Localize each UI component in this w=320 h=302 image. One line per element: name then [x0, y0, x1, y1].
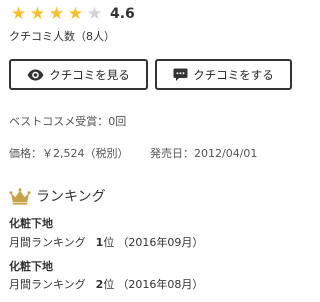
rating-row: ★ ★ ★ ★ ★ 4.6: [9, 4, 135, 24]
write-review-label: クチコミをする: [193, 67, 274, 82]
price-info: 価格：￥2,524（税別） 発売日：2012/04/01: [9, 146, 257, 162]
ranking-position-suffix: 位: [103, 236, 115, 249]
ranking-position-suffix: 位: [103, 278, 115, 291]
eye-icon: [27, 69, 44, 80]
write-review-button[interactable]: クチコミをする: [155, 59, 292, 90]
view-reviews-button[interactable]: クチコミを見る: [9, 59, 148, 90]
ranking-category: 化粧下地: [9, 217, 53, 230]
release-label: 発売日：: [150, 147, 194, 160]
star-filled-icon: ★: [67, 4, 84, 24]
star-empty-icon: ★: [86, 4, 103, 24]
star-filled-icon: ★: [10, 4, 27, 24]
release-date: 2012/04/01: [194, 147, 258, 160]
review-count: クチコミ人数（8人）: [9, 30, 115, 43]
view-reviews-label: クチコミを見る: [49, 67, 130, 82]
ranking-header: ランキング: [9, 184, 106, 208]
ranking-position: 1位: [96, 236, 115, 249]
price: 価格：￥2,524（税別）: [9, 147, 129, 160]
ranking-category: 化粧下地: [9, 260, 53, 273]
ranking-position: 2位: [96, 278, 115, 291]
ranking-title: ランキング: [36, 189, 106, 205]
ranking-type: 月間ランキング: [9, 236, 86, 249]
ranking-type: 月間ランキング: [9, 278, 86, 291]
ranking-line: 月間ランキング 2位 （2016年08月）: [9, 277, 203, 293]
crown-icon: [9, 187, 31, 205]
star-filled-icon: ★: [29, 4, 46, 24]
best-cosme-awards: ベストコスメ受賞：0回: [9, 115, 127, 128]
ranking-period: （2016年08月）: [117, 278, 204, 291]
rating-score: 4.6: [110, 6, 135, 22]
star-filled-icon: ★: [48, 4, 65, 24]
ranking-line: 月間ランキング 1位 （2016年09月）: [9, 235, 203, 251]
speech-bubble-icon: [173, 68, 188, 81]
ranking-period: （2016年09月）: [117, 236, 204, 249]
